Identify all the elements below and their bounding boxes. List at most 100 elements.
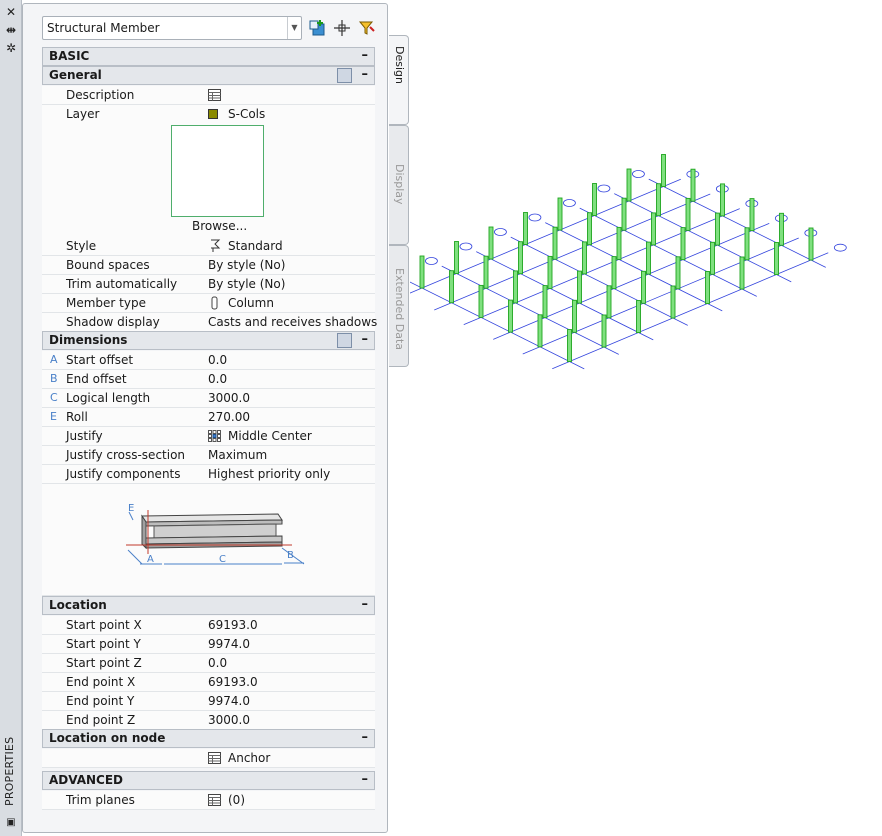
column-member[interactable]: [670, 285, 676, 319]
column-member[interactable]: [739, 256, 745, 290]
property-row-start-offset[interactable]: A Start offset 0.0: [42, 351, 375, 370]
property-value[interactable]: 0.0: [208, 372, 227, 386]
property-row-trim-planes[interactable]: Trim planes (0): [42, 791, 375, 810]
column-member[interactable]: [690, 168, 696, 202]
collapse-icon[interactable]: –: [362, 332, 369, 348]
column-member[interactable]: [626, 168, 632, 202]
table-icon[interactable]: [208, 794, 221, 806]
property-row-shadow-display[interactable]: Shadow display Casts and receives shadow…: [42, 313, 377, 332]
chevron-down-icon[interactable]: ▼: [287, 17, 301, 39]
property-value[interactable]: 69193.0: [208, 618, 258, 632]
property-row-start-point-x[interactable]: Start point X 69193.0: [42, 616, 375, 635]
column-member[interactable]: [454, 241, 459, 274]
property-row-trim-automatically[interactable]: Trim automatically By style (No): [42, 275, 375, 294]
property-row-logical-length[interactable]: C Logical length 3000.0: [42, 389, 375, 408]
collapse-icon[interactable]: –: [362, 772, 369, 788]
column-member[interactable]: [621, 197, 627, 231]
column-member[interactable]: [488, 226, 494, 260]
property-row-end-point-z[interactable]: End point Z 3000.0: [42, 711, 375, 730]
column-member[interactable]: [661, 154, 666, 187]
property-row-start-point-z[interactable]: Start point Z 0.0: [42, 654, 375, 673]
dimensions-section-header[interactable]: Dimensions –: [42, 331, 375, 350]
property-value[interactable]: 0.0: [208, 353, 227, 367]
column-member[interactable]: [779, 212, 784, 246]
property-value[interactable]: 270.00: [208, 410, 250, 424]
property-row-justify-components[interactable]: Justify components Highest priority only: [42, 465, 375, 484]
column-member[interactable]: [419, 255, 425, 289]
column-member[interactable]: [641, 270, 646, 304]
collapse-icon[interactable]: –: [362, 730, 369, 746]
column-member[interactable]: [606, 285, 612, 319]
column-member[interactable]: [508, 299, 513, 333]
column-member[interactable]: [651, 212, 656, 246]
property-row-end-point-x[interactable]: End point X 69193.0: [42, 673, 375, 692]
property-row-anchor[interactable]: Anchor: [42, 749, 375, 768]
palette-menu-icon[interactable]: ▣: [3, 815, 19, 831]
column-member[interactable]: [705, 271, 710, 304]
column-member[interactable]: [547, 255, 553, 289]
add-selection-icon[interactable]: [308, 18, 328, 38]
collapse-icon[interactable]: –: [362, 67, 369, 83]
column-member[interactable]: [582, 241, 587, 275]
location-section-header[interactable]: Location –: [42, 596, 375, 615]
column-member[interactable]: [449, 270, 454, 304]
column-member[interactable]: [774, 242, 779, 275]
property-row-roll[interactable]: E Roll 270.00: [42, 408, 375, 427]
section-settings-icon[interactable]: [337, 68, 352, 83]
column-member[interactable]: [513, 270, 518, 304]
column-member[interactable]: [542, 285, 548, 319]
property-value[interactable]: 3000.0: [208, 391, 250, 405]
property-row-bound-spaces[interactable]: Bound spaces By style (No): [42, 256, 375, 275]
table-icon[interactable]: [208, 89, 221, 101]
tab-display[interactable]: Display: [389, 125, 409, 245]
pick-point-icon[interactable]: [332, 18, 352, 38]
property-row-style[interactable]: Style Standard: [42, 237, 375, 256]
property-row-end-offset[interactable]: B End offset 0.0: [42, 370, 375, 389]
column-member[interactable]: [587, 212, 592, 246]
property-value[interactable]: 3000.0: [208, 713, 250, 727]
autohide-icon[interactable]: ⇹: [3, 22, 19, 38]
column-member[interactable]: [483, 255, 489, 289]
location-on-node-section-header[interactable]: Location on node –: [42, 729, 375, 748]
section-settings-icon[interactable]: [337, 333, 352, 348]
collapse-icon[interactable]: –: [362, 597, 369, 613]
column-member[interactable]: [552, 226, 558, 260]
tab-design[interactable]: Design: [389, 35, 409, 125]
column-member[interactable]: [518, 241, 523, 275]
column-member[interactable]: [744, 227, 750, 261]
column-member[interactable]: [523, 212, 528, 245]
column-member[interactable]: [636, 300, 641, 333]
column-member[interactable]: [710, 241, 715, 275]
gear-icon[interactable]: ✲: [3, 40, 19, 56]
column-member[interactable]: [656, 183, 661, 217]
column-member[interactable]: [611, 256, 617, 290]
column-member[interactable]: [601, 314, 607, 348]
column-member[interactable]: [592, 183, 597, 216]
column-member[interactable]: [567, 329, 572, 362]
collapse-icon[interactable]: –: [362, 48, 369, 64]
property-row-justify-cross-section[interactable]: Justify cross-section Maximum: [42, 446, 375, 465]
column-member[interactable]: [720, 183, 725, 217]
quick-select-icon[interactable]: [356, 18, 376, 38]
column-member[interactable]: [616, 226, 622, 260]
column-member[interactable]: [646, 241, 651, 275]
column-member[interactable]: [808, 227, 814, 261]
column-member[interactable]: [675, 256, 681, 290]
tab-extended-data[interactable]: Extended Data: [389, 245, 409, 367]
table-icon[interactable]: [208, 752, 221, 764]
column-member[interactable]: [577, 270, 582, 304]
column-member[interactable]: [749, 198, 755, 232]
general-section-header[interactable]: General –: [42, 66, 375, 85]
column-member[interactable]: [680, 227, 686, 261]
object-type-select[interactable]: Structural Member ▼: [42, 16, 302, 40]
drawing-viewport[interactable]: [410, 140, 880, 450]
column-member[interactable]: [478, 284, 484, 318]
basic-category-header[interactable]: BASIC –: [42, 47, 375, 66]
column-member[interactable]: [715, 212, 720, 246]
property-value[interactable]: 0.0: [208, 656, 227, 670]
property-row-end-point-y[interactable]: End point Y 9974.0: [42, 692, 375, 711]
property-row-justify[interactable]: Justify Middle Center: [42, 427, 375, 446]
browse-link[interactable]: Browse...: [192, 219, 247, 233]
property-value[interactable]: 9974.0: [208, 637, 250, 651]
column-member[interactable]: [537, 314, 543, 348]
